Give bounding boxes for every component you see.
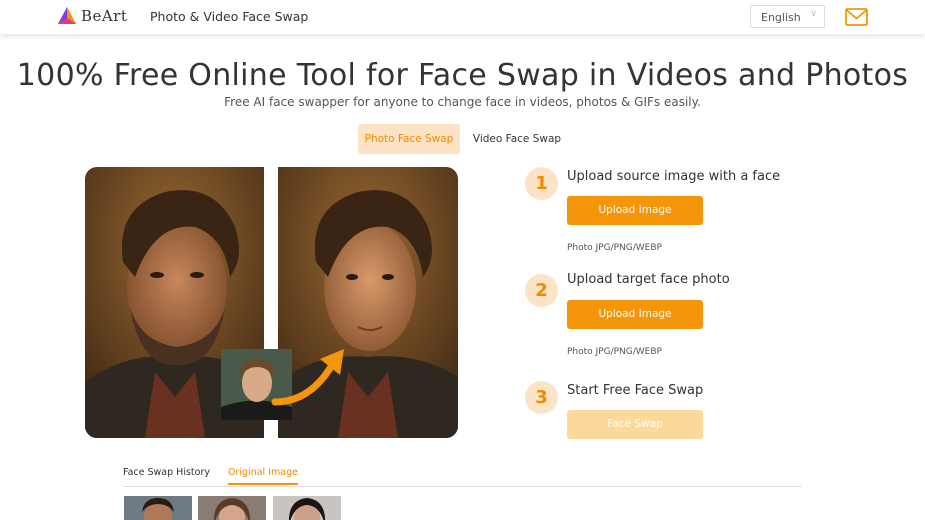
gallery-thumbnail[interactable] [198, 496, 266, 520]
step-2-hint: Photo JPG/PNG/WEBP [567, 347, 662, 357]
history-tabs: Face Swap History Original Image [123, 463, 802, 487]
chevron-down-icon: ∨ [810, 9, 817, 19]
language-value: English [761, 11, 801, 24]
step-1-title: Upload source image with a face [567, 169, 781, 184]
step-2-title: Upload target face photo [567, 272, 730, 287]
beart-logo-icon [58, 7, 76, 24]
step-3-title: Start Free Face Swap [567, 383, 704, 398]
tab-video-face-swap[interactable]: Video Face Swap [470, 124, 564, 154]
step-1-number: 1 [525, 167, 558, 200]
upload-source-button[interactable]: Upload Image [567, 196, 703, 225]
swap-arrow-icon [271, 349, 344, 406]
language-select[interactable]: English ∨ [750, 5, 825, 28]
mail-icon[interactable] [845, 8, 868, 26]
top-header: BeArt Photo & Video Face Swap English ∨ [0, 0, 925, 34]
gallery-thumbnail[interactable] [273, 496, 341, 520]
brand-logo[interactable]: BeArt [57, 6, 127, 26]
gallery-thumbnail[interactable] [124, 496, 192, 520]
face-swap-button[interactable]: Face Swap [567, 410, 703, 439]
step-3-number: 3 [525, 381, 558, 414]
tab-face-swap-history[interactable]: Face Swap History [123, 467, 210, 478]
upload-target-button[interactable]: Upload Image [567, 300, 703, 329]
page-subtitle: Free AI face swapper for anyone to chang… [224, 95, 701, 109]
brand-name: BeArt [81, 7, 128, 25]
app-title: Photo & Video Face Swap [150, 9, 309, 24]
step-1-hint: Photo JPG/PNG/WEBP [567, 243, 662, 253]
step-2-number: 2 [525, 274, 558, 307]
face-swap-preview [85, 167, 458, 438]
page-title: 100% Free Online Tool for Face Swap in V… [16, 58, 909, 93]
tab-photo-face-swap[interactable]: Photo Face Swap [358, 124, 460, 154]
tab-original-image[interactable]: Original Image [228, 467, 298, 485]
